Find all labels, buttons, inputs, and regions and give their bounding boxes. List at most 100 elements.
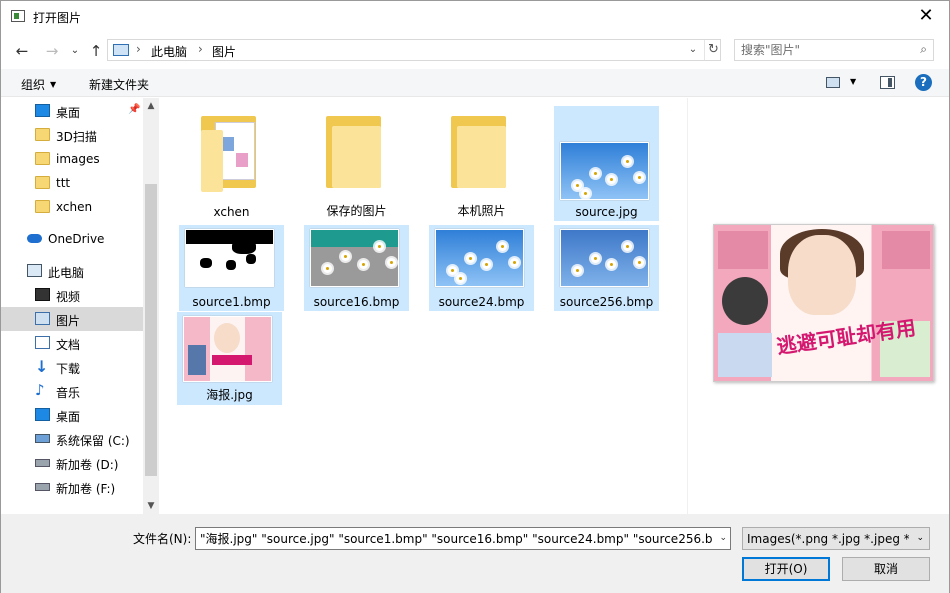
sidebar-item-videos[interactable]: 视频 <box>1 283 143 307</box>
sidebar-item-this-pc[interactable]: 此电脑 <box>1 259 143 283</box>
view-options-caret-icon[interactable]: ▼ <box>850 77 856 86</box>
sidebar-item-documents[interactable]: 文档 <box>1 331 143 355</box>
image-thumbnail <box>560 229 649 287</box>
documents-icon <box>35 336 50 349</box>
folder-icon <box>326 116 381 188</box>
close-button[interactable]: ✕ <box>903 1 949 33</box>
computer-icon <box>27 264 42 277</box>
forward-button[interactable]: → <box>41 41 63 61</box>
open-button[interactable]: 打开(O) <box>742 557 830 581</box>
change-view-icon[interactable] <box>826 77 840 88</box>
organize-button[interactable]: 组织 ▼ <box>21 76 56 93</box>
pictures-icon <box>35 312 50 325</box>
filename-label: 文件名(N): <box>133 532 192 546</box>
sidebar-item-label: 新加卷 (F:) <box>56 482 116 496</box>
sidebar-item-music[interactable]: ♪ 音乐 <box>1 379 143 403</box>
command-bar: 组织 ▼ 新建文件夹 ▼ ? <box>1 69 949 97</box>
sidebar-item-onedrive[interactable]: OneDrive <box>1 227 143 251</box>
new-folder-button[interactable]: 新建文件夹 <box>89 76 149 93</box>
file-tile-source256-bmp[interactable]: source256.bmp <box>554 225 659 311</box>
scroll-down-icon[interactable]: ▼ <box>143 498 159 514</box>
sidebar-item-label: 图片 <box>56 314 81 328</box>
close-icon: ✕ <box>918 5 934 26</box>
up-button[interactable]: ↑ <box>85 41 107 61</box>
computer-icon <box>113 44 129 56</box>
file-tile-poster-jpg[interactable]: 海报.jpg <box>177 312 282 405</box>
chevron-down-icon: ⌄ <box>70 45 80 56</box>
file-tile-source16-bmp[interactable]: source16.bmp <box>304 225 409 311</box>
sidebar-item-label: 桌面 <box>56 106 81 120</box>
chevron-down-icon[interactable]: ⌄ <box>719 533 727 543</box>
file-name: source24.bmp <box>438 295 525 309</box>
sidebar-item-pictures[interactable]: 图片 <box>1 307 143 331</box>
file-tile-source1-bmp[interactable]: source1.bmp <box>179 225 284 311</box>
sidebar-item-desktop[interactable]: 桌面 <box>1 403 143 427</box>
file-name: xchen <box>213 205 250 219</box>
sidebar-item-label: xchen <box>56 200 93 214</box>
preview-pane-toggle-icon[interactable] <box>880 76 895 89</box>
folder-icon <box>35 152 50 165</box>
back-button[interactable]: ← <box>11 41 33 61</box>
window-icon <box>11 10 25 22</box>
sidebar-item-downloads[interactable]: ↓ 下载 <box>1 355 143 379</box>
chevron-down-icon: ⌄ <box>688 44 698 55</box>
file-tile-source24-bmp[interactable]: source24.bmp <box>429 225 534 311</box>
help-icon[interactable]: ? <box>915 74 932 91</box>
sidebar-item-desktop-pinned[interactable]: 桌面 📌 <box>1 99 143 123</box>
image-thumbnail <box>560 142 649 200</box>
folder-icon <box>35 128 50 141</box>
breadcrumb-separator: › <box>136 42 141 56</box>
desktop-icon <box>35 104 50 117</box>
breadcrumb-pictures[interactable]: 图片 <box>212 43 236 60</box>
filename-input[interactable] <box>196 528 712 549</box>
refresh-icon: ↻ <box>708 42 719 57</box>
sidebar-item-ttt[interactable]: ttt <box>1 171 143 195</box>
forward-arrow-icon: → <box>45 42 59 60</box>
scroll-up-icon[interactable]: ▲ <box>143 98 159 114</box>
sidebar-item-3d-scan[interactable]: 3D扫描 <box>1 123 143 147</box>
file-tile-saved-pictures[interactable]: 保存的图片 <box>304 106 409 221</box>
address-dropdown-button[interactable]: ⌄ <box>684 41 702 59</box>
file-name: 海报.jpg <box>206 388 253 402</box>
onedrive-icon <box>27 234 42 243</box>
pin-icon: 📌 <box>128 104 141 115</box>
navigation-pane: 桌面 📌 3D扫描 images ttt xchen OneDrive 此电脑 <box>1 98 159 514</box>
sidebar-item-label: 系统保留 (C:) <box>56 434 130 448</box>
address-bar[interactable]: › 此电脑 › 图片 ⌄ ↻ <box>107 39 721 61</box>
desktop-icon <box>35 408 50 421</box>
sidebar-item-images[interactable]: images <box>1 147 143 171</box>
search-icon[interactable]: ⌕ <box>920 42 927 57</box>
search-input[interactable] <box>735 40 905 60</box>
file-name: source.jpg <box>575 205 638 219</box>
file-name: source256.bmp <box>559 295 654 309</box>
sidebar-item-label: OneDrive <box>48 232 105 246</box>
file-type-select[interactable]: Images(*.png *.jpg *.jpeg *.bmp) ⌄ <box>742 527 930 550</box>
sidebar-item-label: 视频 <box>56 290 81 304</box>
video-icon <box>35 288 50 301</box>
folder-icon <box>451 116 506 188</box>
file-tile-camera-roll[interactable]: 本机照片 <box>429 106 534 221</box>
breadcrumb-this-pc[interactable]: 此电脑 <box>151 43 187 60</box>
file-type-value: Images(*.png *.jpg *.jpeg *.bmp) <box>747 532 909 546</box>
sidebar-scrollbar[interactable]: ▲ ▼ <box>143 98 159 514</box>
sidebar-item-drive-d[interactable]: 新加卷 (D:) <box>1 451 143 475</box>
sidebar-item-drive-c[interactable]: 系统保留 (C:) <box>1 427 143 451</box>
recent-locations-button[interactable]: ⌄ <box>64 41 86 61</box>
filename-field: ⌄ <box>195 527 731 550</box>
folder-icon <box>35 200 50 213</box>
sidebar-item-label: 新加卷 (D:) <box>56 458 119 472</box>
drive-icon <box>35 483 50 491</box>
cancel-button[interactable]: 取消 <box>842 557 930 581</box>
search-box: ⌕ <box>734 39 934 61</box>
music-icon: ♪ <box>35 381 45 399</box>
caret-down-icon: ▼ <box>50 80 57 89</box>
image-thumbnail <box>183 316 272 382</box>
sidebar-item-label: ttt <box>56 176 71 190</box>
file-tile-xchen[interactable]: xchen <box>179 106 284 221</box>
file-tile-source-jpg[interactable]: source.jpg <box>554 106 659 221</box>
sidebar-item-xchen[interactable]: xchen <box>1 195 143 219</box>
refresh-button[interactable]: ↻ <box>704 40 722 60</box>
image-thumbnail <box>435 229 524 287</box>
scrollbar-thumb[interactable] <box>145 184 157 476</box>
sidebar-item-drive-f[interactable]: 新加卷 (F:) <box>1 475 143 499</box>
